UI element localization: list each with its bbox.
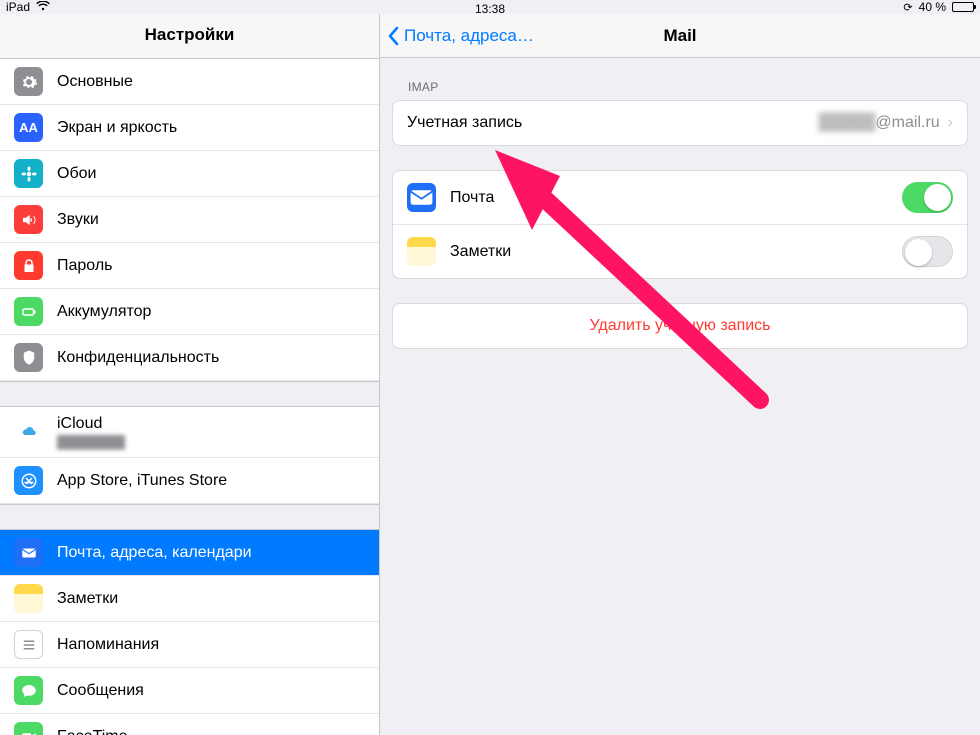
appstore-icon (14, 466, 43, 495)
service-label: Почта (450, 189, 902, 207)
cloud-icon (14, 418, 43, 447)
detail-title: Mail (663, 26, 696, 46)
sidebar-label: Почта, адреса, календари (57, 544, 252, 562)
delete-label: Удалить учетную запись (589, 317, 770, 335)
notes-toggle[interactable] (902, 236, 953, 267)
section-header-imap: IMAP (392, 58, 968, 100)
facetime-icon (14, 722, 43, 735)
sidebar-label: Аккумулятор (57, 303, 151, 321)
status-bar: iPad 13:38 ⟳ 40 % (0, 0, 980, 14)
text-size-icon: AA (14, 113, 43, 142)
account-value: █████@mail.ru (819, 114, 940, 132)
sidebar-separator (0, 381, 379, 407)
reminders-icon (14, 630, 43, 659)
sidebar-item-mail[interactable]: Почта, адреса, календари (0, 530, 379, 576)
back-label: Почта, адреса… (404, 26, 534, 46)
sidebar-label: iCloud (57, 415, 102, 432)
sidebar-label: Обои (57, 165, 96, 183)
sidebar-item-sounds[interactable]: Звуки (0, 197, 379, 243)
orientation-lock-icon: ⟳ (903, 1, 912, 14)
delete-account-button[interactable]: Удалить учетную запись (393, 304, 967, 348)
account-label: Учетная запись (407, 114, 819, 132)
sidebar-item-notes[interactable]: Заметки (0, 576, 379, 622)
battery-icon (952, 2, 974, 12)
gear-icon (14, 67, 43, 96)
sidebar-item-icloud[interactable]: iCloud ████████ (0, 407, 379, 458)
sidebar-label: FaceTime (57, 728, 128, 735)
lock-icon (14, 251, 43, 280)
sidebar-label: Основные (57, 73, 133, 91)
mail-toggle[interactable] (902, 182, 953, 213)
sidebar-item-wallpaper[interactable]: Обои (0, 151, 379, 197)
icloud-account-sub: ████████ (57, 435, 125, 449)
sidebar-item-privacy[interactable]: Конфиденциальность (0, 335, 379, 381)
service-notes-row: Заметки (393, 225, 967, 278)
sidebar-label: Напоминания (57, 636, 159, 654)
account-cell[interactable]: Учетная запись █████@mail.ru › (393, 101, 967, 145)
flower-icon (14, 159, 43, 188)
sidebar-label: Конфиденциальность (57, 349, 219, 367)
sidebar-item-facetime[interactable]: FaceTime (0, 714, 379, 735)
sidebar-item-messages[interactable]: Сообщения (0, 668, 379, 714)
messages-icon (14, 676, 43, 705)
service-mail-row: Почта (393, 171, 967, 225)
battery-icon (14, 297, 43, 326)
sidebar-separator (0, 504, 379, 530)
service-label: Заметки (450, 243, 902, 261)
settings-sidebar: Настройки Основные AA Экран и яркость Об… (0, 14, 380, 735)
sidebar-item-battery[interactable]: Аккумулятор (0, 289, 379, 335)
sidebar-label: Заметки (57, 590, 118, 608)
mail-icon (14, 538, 43, 567)
sidebar-item-display[interactable]: AA Экран и яркость (0, 105, 379, 151)
detail-navbar: Почта, адреса… Mail (380, 14, 980, 58)
sidebar-label: Сообщения (57, 682, 144, 700)
hand-icon (14, 343, 43, 372)
sidebar-item-passcode[interactable]: Пароль (0, 243, 379, 289)
sidebar-label: Экран и яркость (57, 119, 177, 137)
sidebar-item-appstore[interactable]: App Store, iTunes Store (0, 458, 379, 504)
detail-panel: Почта, адреса… Mail IMAP Учетная запись … (380, 14, 980, 735)
sidebar-item-general[interactable]: Основные (0, 59, 379, 105)
sidebar-label: App Store, iTunes Store (57, 472, 227, 490)
chevron-right-icon: › (948, 114, 953, 132)
notes-icon (407, 237, 436, 266)
speaker-icon (14, 205, 43, 234)
mail-icon (407, 183, 436, 212)
wifi-icon (36, 0, 50, 14)
sidebar-item-reminders[interactable]: Напоминания (0, 622, 379, 668)
sidebar-label: Звуки (57, 211, 99, 229)
battery-pct: 40 % (919, 0, 946, 14)
sidebar-label: Пароль (57, 257, 113, 275)
notes-icon (14, 584, 43, 613)
back-button[interactable]: Почта, адреса… (380, 26, 534, 46)
device-name: iPad (6, 0, 30, 14)
sidebar-title: Настройки (0, 14, 379, 59)
